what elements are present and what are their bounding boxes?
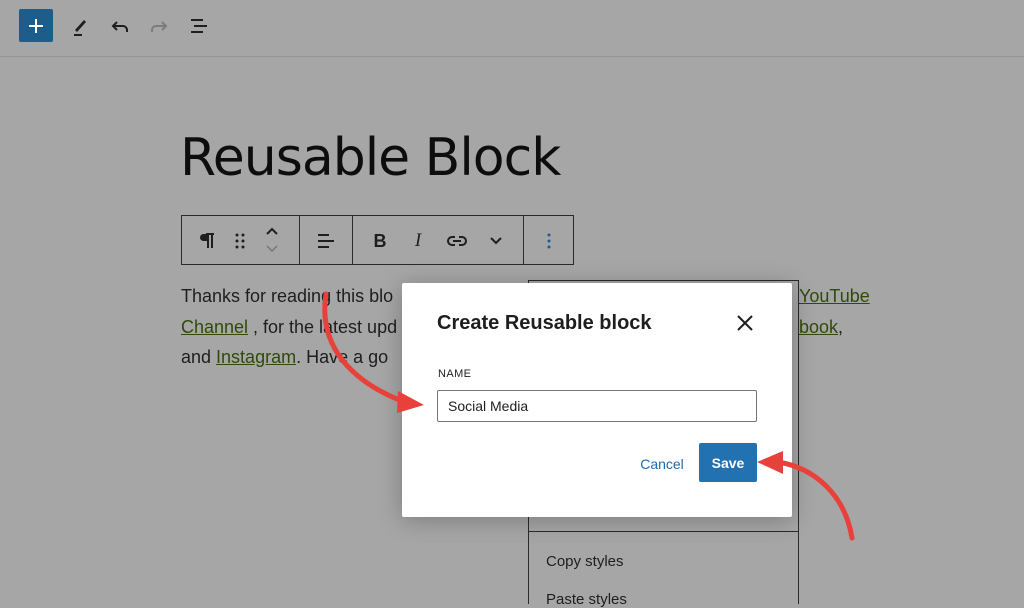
align-icon bbox=[318, 234, 334, 248]
close-icon bbox=[737, 315, 753, 331]
options-button[interactable] bbox=[537, 229, 561, 253]
more-rich-text-button[interactable] bbox=[484, 229, 508, 253]
italic-button[interactable]: I bbox=[406, 229, 430, 253]
plus-icon bbox=[29, 18, 43, 33]
cancel-button[interactable]: Cancel bbox=[632, 446, 692, 482]
paragraph-line-3: and bbox=[181, 347, 217, 367]
name-label: NAME bbox=[438, 368, 472, 380]
comma-text: , bbox=[838, 317, 844, 337]
more-options-icon bbox=[547, 233, 551, 249]
move-up-down-button[interactable] bbox=[260, 224, 284, 256]
paragraph-line-3-end: . Have a go bbox=[296, 347, 389, 367]
block-toolbar: B I bbox=[181, 215, 574, 265]
close-button[interactable] bbox=[733, 311, 757, 335]
post-title[interactable]: Reusable Block bbox=[180, 128, 561, 188]
redo-button[interactable] bbox=[143, 10, 175, 42]
link-icon bbox=[447, 236, 467, 246]
instagram-link[interactable]: Instagram bbox=[216, 347, 296, 367]
create-reusable-block-modal: Create Reusable block NAME Cancel Save bbox=[402, 283, 792, 517]
drag-handle-icon bbox=[235, 233, 245, 249]
menu-divider bbox=[529, 531, 798, 532]
name-input[interactable] bbox=[437, 390, 757, 422]
tools-button[interactable] bbox=[64, 10, 96, 42]
move-up-down-icon bbox=[266, 227, 278, 253]
redo-icon bbox=[151, 21, 168, 32]
paragraph-icon bbox=[200, 233, 214, 248]
facebook-link[interactable]: book bbox=[799, 317, 838, 337]
save-button[interactable]: Save bbox=[699, 443, 757, 482]
add-block-button[interactable] bbox=[19, 9, 53, 42]
align-button[interactable] bbox=[314, 229, 338, 253]
pencil-icon bbox=[74, 20, 86, 36]
menu-item-paste-styles[interactable]: Paste styles bbox=[546, 591, 627, 608]
block-type-button[interactable] bbox=[196, 229, 220, 253]
undo-icon bbox=[111, 21, 128, 32]
italic-icon: I bbox=[414, 230, 422, 251]
drag-handle-button[interactable] bbox=[230, 229, 250, 253]
top-toolbar bbox=[0, 0, 1024, 57]
modal-title: Create Reusable block bbox=[437, 312, 652, 334]
list-view-button[interactable] bbox=[183, 10, 215, 42]
youtube-link[interactable]: YouTube bbox=[799, 286, 870, 306]
list-view-icon bbox=[191, 19, 207, 33]
paragraph-line-2: , for the latest upd bbox=[253, 317, 398, 337]
link-button[interactable] bbox=[444, 229, 470, 253]
menu-item-copy-styles[interactable]: Copy styles bbox=[546, 553, 624, 570]
chevron-down-icon bbox=[490, 237, 502, 245]
undo-button[interactable] bbox=[104, 10, 136, 42]
channel-link[interactable]: Channel bbox=[181, 317, 248, 337]
bold-button[interactable]: B bbox=[368, 229, 392, 253]
bold-icon: B bbox=[373, 230, 387, 251]
paragraph-line-1: Thanks for reading this blo bbox=[181, 286, 394, 306]
